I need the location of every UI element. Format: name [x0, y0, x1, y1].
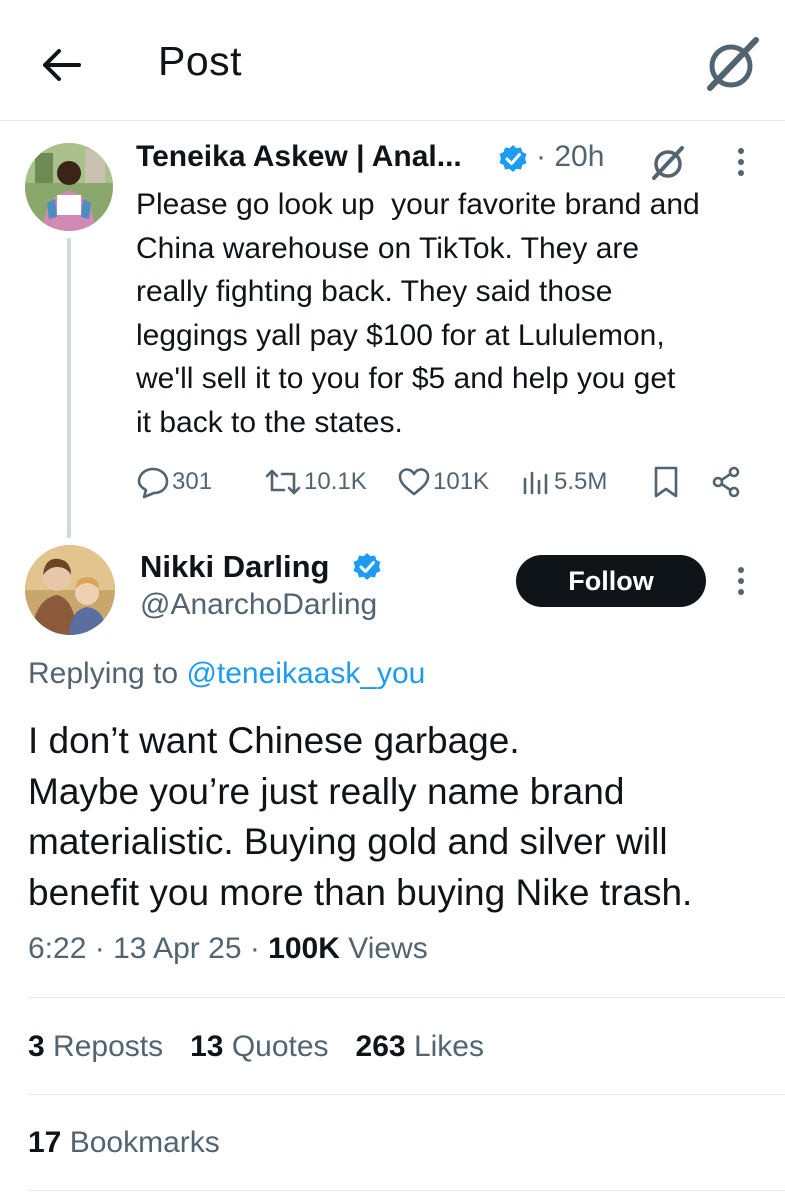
divider — [28, 1094, 785, 1095]
more-options-button[interactable] — [722, 143, 760, 181]
post-time[interactable]: · 20h — [536, 140, 604, 174]
reposts-count: 3 — [28, 1030, 45, 1063]
post-meta: 6:22 · 13 Apr 25 · 100K Views — [28, 932, 428, 965]
grok-button[interactable] — [702, 34, 762, 94]
views-chart-icon — [523, 471, 548, 495]
divider — [28, 997, 785, 998]
more-vertical-icon — [738, 567, 744, 595]
action-bar: 301 10.1K 101K 5.5M — [0, 462, 785, 502]
post-time[interactable]: 6:22 — [28, 932, 86, 965]
avatar[interactable] — [25, 143, 113, 231]
replying-prefix: Replying to — [28, 657, 187, 690]
reposts-stat[interactable]: 3 Reposts — [28, 1030, 163, 1064]
reply-button[interactable]: 301 — [136, 462, 212, 502]
bookmark-icon — [654, 466, 678, 498]
likes-stat[interactable]: 263 Likes — [356, 1030, 484, 1064]
like-button[interactable]: 101K — [397, 462, 489, 502]
likes-label: Likes — [413, 1030, 484, 1063]
repost-button[interactable]: 10.1K — [264, 462, 367, 502]
bookmarks-label: Bookmarks — [69, 1126, 220, 1159]
divider — [28, 1190, 785, 1191]
views-count: 100K — [268, 932, 340, 965]
author-name[interactable]: Nikki Darling — [140, 549, 330, 585]
grok-icon — [652, 146, 684, 180]
repost-count: 10.1K — [304, 468, 367, 495]
engagement-stats: 3 Reposts 13 Quotes 263 Likes — [28, 1030, 484, 1064]
verified-badge-icon — [498, 144, 528, 174]
grok-icon — [707, 37, 759, 91]
share-button[interactable] — [709, 462, 743, 502]
quotes-count: 13 — [190, 1030, 224, 1063]
quotes-stat[interactable]: 13 Quotes — [190, 1030, 328, 1064]
avatar-photo-icon — [25, 143, 113, 231]
reply-icon — [137, 467, 169, 499]
verified-badge-icon — [352, 552, 382, 582]
share-icon — [712, 466, 740, 498]
post-text: I don’t want Chinese garbage. Maybe you’… — [28, 720, 693, 913]
bookmarks-stat[interactable]: 17 Bookmarks — [28, 1126, 220, 1160]
avatar-photo-icon — [25, 545, 115, 635]
replying-handle-link[interactable]: @teneikaask_you — [186, 657, 425, 690]
reposts-label: Reposts — [53, 1030, 164, 1063]
author-name[interactable]: Teneika Askew | Anal... — [136, 140, 462, 174]
grok-button[interactable] — [648, 143, 688, 183]
post-date[interactable]: 13 Apr 25 — [113, 932, 241, 965]
avatar[interactable] — [25, 545, 115, 635]
views-button[interactable]: 5.5M — [520, 462, 607, 502]
arrow-left-icon — [43, 49, 81, 81]
more-options-button[interactable] — [722, 562, 760, 600]
author-handle[interactable]: @AnarchoDarling — [140, 588, 377, 622]
repost-icon — [265, 469, 301, 495]
top-bar: Post — [0, 0, 785, 121]
like-count: 101K — [433, 468, 490, 495]
heart-icon — [398, 468, 430, 496]
likes-count: 263 — [355, 1030, 406, 1063]
more-vertical-icon — [738, 148, 744, 176]
follow-button[interactable]: Follow — [516, 555, 706, 607]
bookmark-button[interactable] — [651, 462, 681, 502]
page-title: Post — [158, 38, 243, 84]
bookmarks-count: 17 — [28, 1126, 62, 1159]
back-button[interactable] — [38, 42, 84, 88]
reply-count: 301 — [172, 468, 213, 495]
post-text: Please go look up your favorite brand an… — [136, 188, 700, 439]
replying-to: Replying to @teneikaask_you — [28, 657, 425, 691]
views-label: Views — [348, 932, 428, 965]
views-count: 5.5M — [554, 468, 608, 495]
quotes-label: Quotes — [231, 1030, 329, 1063]
